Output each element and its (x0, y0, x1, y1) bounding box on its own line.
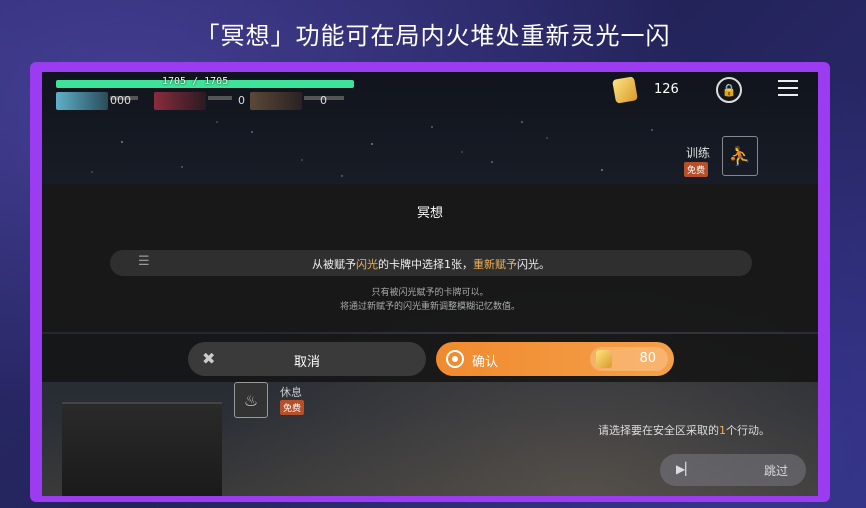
party-value-2: 0 (238, 94, 245, 107)
button-row: ✖ 取消 确认 80 (42, 334, 818, 382)
instruction-pre: 从被赋予 (312, 258, 356, 271)
exercise-bike-icon[interactable]: ⛹ (722, 136, 758, 176)
dialog-note-1: 只有被闪光赋予的卡牌可以。 (371, 288, 489, 298)
dialog-note-2: 将通过新赋予的闪光重新调整模糊记忆数值。 (339, 302, 520, 312)
cost-pill: 80 (590, 347, 668, 371)
instruction-text: 从被赋予闪光的卡牌中选择1张，重新赋予闪光。 (110, 256, 752, 272)
rest-label: 休息 (280, 386, 302, 399)
cancel-label: 取消 (293, 355, 320, 370)
training-label: 训练 (686, 146, 711, 160)
instruction-highlight-2: 重新赋予 (473, 258, 517, 271)
currency-icon (612, 76, 638, 104)
party-value-3: 0 (320, 94, 327, 107)
hp-text: 1705 / 1705 (162, 76, 229, 87)
campfire-icon[interactable]: ♨ (234, 382, 268, 418)
confirm-cost: 80 (639, 351, 656, 366)
meditate-dialog: 冥想 ☰ 从被赋予闪光的卡牌中选择1张，重新赋予闪光。 只有被闪光赋予的卡牌可以… (42, 184, 818, 332)
cancel-button[interactable]: ✖ 取消 (188, 342, 426, 376)
party-portrait-2[interactable] (154, 92, 206, 110)
rest-free-tag: 免费 (280, 400, 305, 415)
instruction-bar: ☰ 从被赋予闪光的卡牌中选择1张，重新赋予闪光。 (110, 250, 752, 276)
instruction-post: 闪光。 (517, 258, 550, 271)
confirm-circle-icon (446, 350, 464, 368)
dialog-title: 冥想 (416, 206, 443, 221)
party-portrait-1[interactable] (56, 92, 108, 110)
scene-crate (62, 402, 222, 496)
training-free-tag: 免费 (684, 162, 709, 177)
game-screen: 1705 / 1705 000 0 0 126 🔒 训练 免费 ⛹ 冥想 ☰ 从… (42, 72, 818, 496)
headline: 「冥想」功能可在局内火堆处重新灵光一闪 (195, 22, 671, 50)
prompt-num: 1 (719, 424, 726, 437)
party-portrait-3[interactable] (250, 92, 302, 110)
skip-icon: ▶▏ (676, 462, 695, 476)
currency-icon (596, 350, 612, 368)
instruction-highlight-1: 闪光 (356, 258, 378, 271)
lock-icon[interactable]: 🔒 (716, 77, 742, 103)
prompt-pre: 请选择要在安全区采取的 (598, 424, 719, 437)
action-prompt: 请选择要在安全区采取的1个行动。 (598, 422, 770, 438)
skip-label: 跳过 (763, 464, 788, 478)
party-value-1: 000 (110, 94, 131, 107)
currency-value: 126 (654, 82, 679, 97)
hamburger-menu-icon[interactable] (778, 80, 798, 98)
confirm-label: 确认 (472, 355, 499, 370)
confirm-button[interactable]: 确认 80 (436, 342, 674, 376)
instruction-mid: 的卡牌中选择1张， (378, 258, 473, 271)
prompt-post: 个行动。 (726, 424, 770, 437)
skip-button[interactable]: ▶▏ 跳过 (660, 454, 806, 486)
party-bar-2 (208, 96, 232, 100)
